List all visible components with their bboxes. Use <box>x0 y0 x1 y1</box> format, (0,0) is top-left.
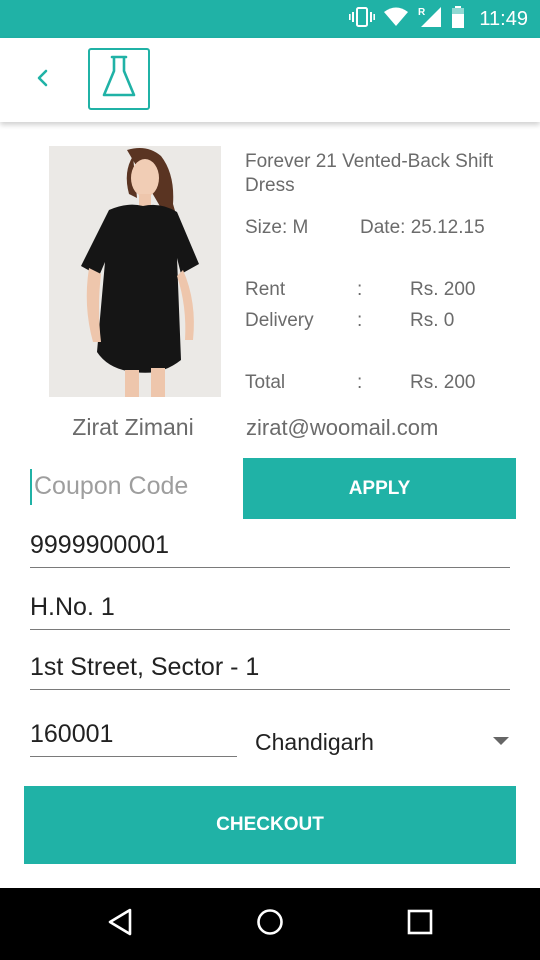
price-row-delivery: Delivery : Rs. 0 <box>245 310 525 334</box>
pincode-field[interactable]: 160001 <box>30 713 237 757</box>
signal-icon: R <box>417 5 443 34</box>
nav-back-button[interactable] <box>100 904 140 944</box>
price-colon: : <box>357 279 363 300</box>
price-colon: : <box>357 310 363 331</box>
price-label: Rent <box>245 279 286 300</box>
home-circle-icon <box>256 908 284 941</box>
price-row-rent: Rent : Rs. 200 <box>245 279 525 303</box>
back-button[interactable] <box>26 60 60 100</box>
svg-text:R: R <box>418 7 426 18</box>
price-value: Rs. 0 <box>410 310 455 331</box>
price-label: Delivery <box>245 310 314 331</box>
nav-recents-button[interactable] <box>400 904 440 944</box>
nav-home-button[interactable] <box>250 904 290 944</box>
product-size: Size: M <box>245 217 309 238</box>
customer-email: zirat@woomail.com <box>246 415 439 440</box>
customer-name: Zirat Zimani <box>72 414 194 440</box>
product-title: Forever 21 Vented-Back Shift Dress <box>245 151 494 196</box>
app-logo <box>88 48 150 110</box>
back-triangle-icon <box>106 907 134 942</box>
recents-square-icon <box>407 909 433 940</box>
product-image <box>49 146 221 397</box>
vibrate-icon <box>349 6 376 33</box>
order-summary: Forever 21 Vented-Back Shift Dress Size:… <box>0 122 540 888</box>
street-field[interactable]: 1st Street, Sector - 1 <box>30 646 510 690</box>
price-value: Rs. 200 <box>410 279 476 300</box>
status-bar: R 11:49 <box>0 0 540 38</box>
phone-field[interactable]: 9999900001 <box>30 524 510 568</box>
wifi-icon <box>383 6 409 33</box>
city-selected-value: Chandigarh <box>255 728 374 755</box>
city-dropdown[interactable]: Chandigarh <box>255 722 515 762</box>
text-cursor <box>30 469 32 505</box>
price-colon: : <box>357 372 363 393</box>
price-label: Total <box>245 372 286 393</box>
checkout-button[interactable]: CHECKOUT <box>24 786 516 864</box>
rental-date: Date: 25.12.15 <box>360 217 485 238</box>
status-time: 11:49 <box>479 7 528 30</box>
price-value: Rs. 200 <box>410 372 476 393</box>
status-icons: R 11:49 <box>349 0 528 38</box>
battery-icon <box>451 5 465 33</box>
house-number-field[interactable]: H.No. 1 <box>30 586 510 630</box>
apply-button[interactable]: APPLY <box>243 458 516 519</box>
chevron-left-icon <box>36 67 50 94</box>
dropdown-arrow-icon <box>493 737 509 745</box>
system-nav-bar <box>0 888 540 960</box>
flask-icon <box>99 53 139 106</box>
coupon-code-input[interactable] <box>30 466 230 506</box>
app-bar <box>0 38 540 122</box>
price-row-total: Total : Rs. 200 <box>245 372 525 396</box>
